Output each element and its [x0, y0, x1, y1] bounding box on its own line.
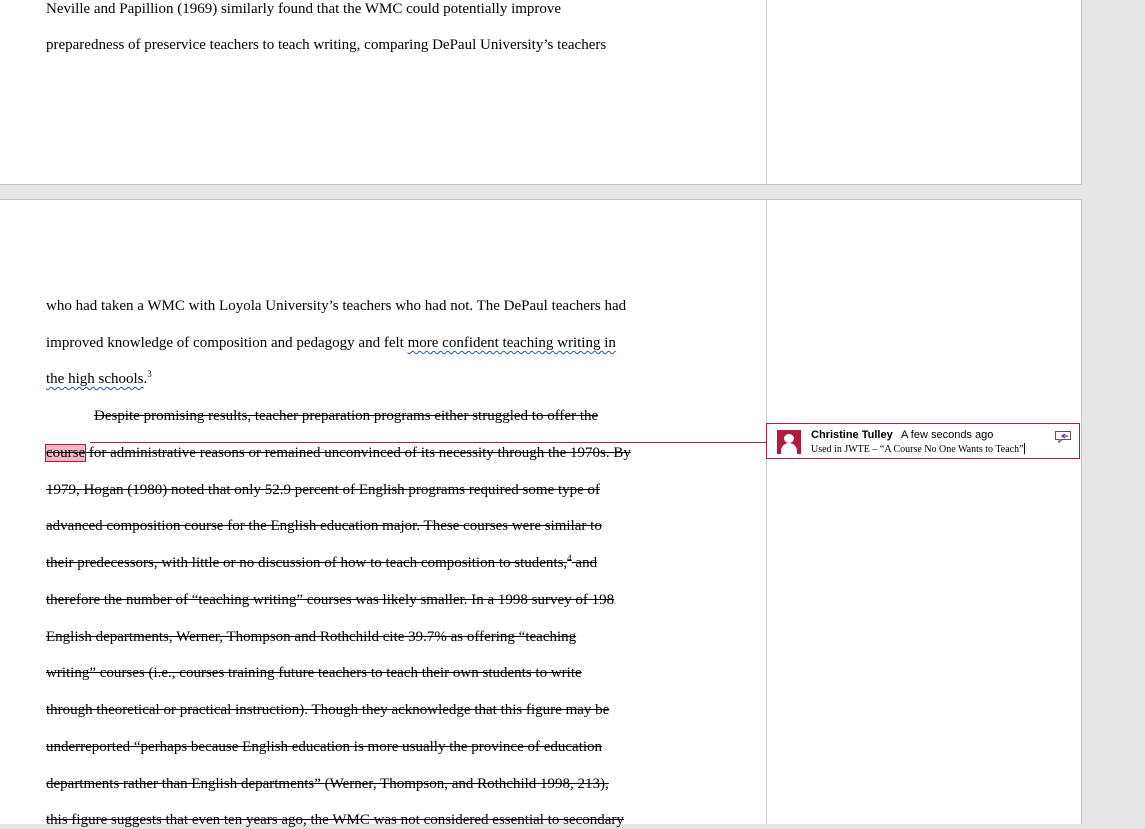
text-cursor [1023, 443, 1025, 454]
text-line[interactable]: preparedness of preservice teachers to t… [46, 36, 606, 54]
grammar-flagged-text[interactable]: the high schools [46, 371, 144, 387]
deleted-text-line[interactable]: underreported “perhaps because English e… [46, 738, 602, 756]
deleted-text-line[interactable]: writing” courses (i.e., courses training… [46, 664, 582, 682]
comment-balloon[interactable]: Christine Tulley A few seconds ago Used … [766, 423, 1080, 459]
text-run: improved knowledge of composition and pe… [46, 335, 408, 351]
deleted-text-line[interactable]: course for administrative reasons or rem… [44, 444, 631, 462]
text-run: and [571, 555, 598, 571]
deleted-text-line[interactable]: through theoretical or practical instruc… [46, 701, 609, 719]
document-page-1: Neville and Papillion (1969) similarly f… [0, 0, 1082, 185]
markup-area-divider [766, 200, 767, 824]
comment-timestamp: A few seconds ago [901, 429, 994, 441]
deleted-text-line[interactable]: English departments, Werner, Thompson an… [46, 628, 576, 646]
deleted-text-line[interactable]: Despite promising results, teacher prepa… [94, 407, 598, 425]
person-icon [777, 430, 801, 454]
deleted-text-line[interactable]: therefore the number of “teaching writin… [46, 591, 614, 609]
grammar-flagged-text[interactable]: more confident teaching writing in [408, 335, 616, 351]
deleted-text-line[interactable]: 1979, Hogan (1980) noted that only 52.9 … [46, 481, 600, 499]
text-run: for administrative reasons or remained u… [85, 445, 631, 461]
comment-anchor-text[interactable]: course [44, 444, 87, 462]
comment-connector-line [90, 442, 767, 443]
document-page-2: who had taken a WMC with Loyola Universi… [0, 199, 1082, 828]
text-line[interactable]: the high schools.3 [46, 370, 152, 388]
reply-comment-icon[interactable] [1055, 430, 1071, 444]
text-line[interactable]: improved knowledge of composition and pe… [46, 334, 616, 352]
text-run: their predecessors, with little or no di… [46, 555, 568, 571]
text-line[interactable]: Neville and Papillion (1969) similarly f… [46, 0, 561, 18]
deleted-text-line[interactable]: departments rather than English departme… [46, 775, 609, 793]
comment-text: Used in JWTE – “A Course No One Wants to… [811, 444, 1024, 455]
deleted-text-line[interactable]: advanced composition course for the Engl… [46, 517, 602, 535]
comment-author: Christine Tulley [811, 429, 893, 441]
markup-area-divider [766, 0, 767, 184]
text-line[interactable]: who had taken a WMC with Loyola Universi… [46, 297, 626, 315]
footnote-ref[interactable]: 3 [147, 369, 152, 379]
deleted-text-line[interactable]: this figure suggests that even ten years… [46, 811, 624, 829]
comment-text-field[interactable]: Used in JWTE – “A Course No One Wants to… [811, 443, 1025, 455]
deleted-text-line[interactable]: their predecessors, with little or no di… [46, 554, 597, 572]
